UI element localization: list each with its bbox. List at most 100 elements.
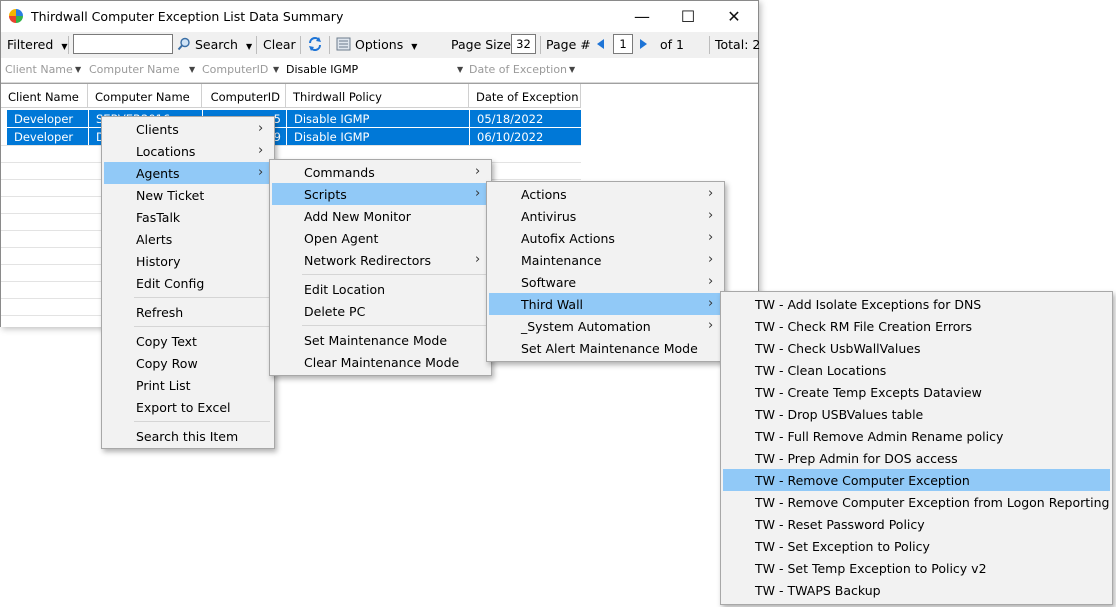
cell-thirdwall-policy[interactable]: Disable IGMP — [287, 128, 469, 145]
column-header-thirdwall-policy[interactable]: Thirdwall Policy — [286, 84, 469, 108]
minimize-button[interactable]: — — [619, 1, 665, 32]
filtered-dropdown[interactable]: Filtered ▼ — [7, 37, 67, 52]
cell-date-of-exception[interactable]: 06/10/2022 — [470, 128, 581, 145]
chevron-down-icon[interactable]: ▼ — [189, 65, 195, 74]
menu-item-search-this-item[interactable]: Search this Item — [104, 425, 272, 447]
chevron-right-icon: › — [708, 230, 714, 245]
cell-thirdwall-policy[interactable]: Disable IGMP — [287, 110, 469, 127]
close-button[interactable]: ✕ — [711, 1, 757, 32]
clear-button[interactable]: Clear — [263, 37, 296, 52]
menu-item-tw-script[interactable]: TW - Set Temp Exception to Policy v2 — [723, 557, 1110, 579]
filter-client-name[interactable]: Client Name — [5, 63, 73, 76]
menu-item-tw-script[interactable]: TW - Set Exception to Policy — [723, 535, 1110, 557]
menu-item-scripts[interactable]: Scripts › — [272, 183, 489, 205]
menu-item-delete-pc[interactable]: Delete PC — [272, 300, 489, 322]
chevron-down-icon[interactable]: ▼ — [75, 65, 81, 74]
menu-item-antivirus[interactable]: Antivirus › — [489, 205, 722, 227]
cell-client-name[interactable]: Developer — [7, 110, 88, 127]
menu-item-tw-script[interactable]: TW - Clean Locations — [723, 359, 1110, 381]
menu-item-add-new-monitor[interactable]: Add New Monitor — [272, 205, 489, 227]
menu-item-new-ticket[interactable]: New Ticket — [104, 184, 272, 206]
menu-separator — [134, 421, 270, 422]
chevron-right-icon: › — [708, 318, 714, 333]
menu-item-commands[interactable]: Commands › — [272, 161, 489, 183]
menu-item-label: Network Redirectors — [304, 253, 432, 268]
menu-separator — [302, 274, 487, 275]
chevron-down-icon[interactable]: ▼ — [457, 65, 463, 74]
menu-item-system-automation[interactable]: _System Automation › — [489, 315, 722, 337]
menu-item-maintenance[interactable]: Maintenance › — [489, 249, 722, 271]
cell-date-of-exception[interactable]: 05/18/2022 — [470, 110, 581, 127]
grid-line — [1, 145, 581, 146]
triangle-right-icon — [640, 39, 647, 49]
scripts-submenu: Actions › Antivirus › Autofix Actions › Mai… — [486, 181, 725, 362]
previous-page-button[interactable] — [595, 38, 605, 53]
menu-item-label: Software — [521, 275, 577, 290]
menu-item-network-redirectors[interactable]: Network Redirectors › — [272, 249, 489, 271]
menu-item-tw-script[interactable]: TW - Add Isolate Exceptions for DNS — [723, 293, 1110, 315]
menu-item-history[interactable]: History — [104, 250, 272, 272]
menu-item-export-to-excel[interactable]: Export to Excel — [104, 396, 272, 418]
menu-separator — [134, 297, 270, 298]
menu-item-actions[interactable]: Actions › — [489, 183, 722, 205]
menu-item-copy-text[interactable]: Copy Text — [104, 330, 272, 352]
toolbar-separator — [709, 36, 710, 54]
menu-item-set-alert-maintenance-mode[interactable]: Set Alert Maintenance Mode — [489, 337, 722, 359]
menu-item-tw-script[interactable]: TW - Prep Admin for DOS access — [723, 447, 1110, 469]
chevron-down-icon: ▼ — [245, 42, 253, 51]
menu-item-tw-remove-computer-exception[interactable]: TW - Remove Computer Exception — [723, 469, 1110, 491]
menu-item-refresh[interactable]: Refresh — [104, 301, 272, 323]
column-header-computer-name[interactable]: Computer Name — [88, 84, 202, 108]
app-icon — [9, 9, 23, 23]
menu-item-fastalk[interactable]: FasTalk — [104, 206, 272, 228]
menu-item-clear-maintenance-mode[interactable]: Clear Maintenance Mode — [272, 351, 489, 373]
toolbar-separator — [256, 36, 257, 54]
menu-item-edit-config[interactable]: Edit Config — [104, 272, 272, 294]
page-number-input[interactable]: 1 — [613, 34, 633, 54]
chevron-down-icon[interactable]: ▼ — [569, 65, 575, 74]
menu-separator — [134, 326, 270, 327]
chevron-right-icon: › — [708, 296, 714, 311]
maximize-button[interactable]: ☐ — [665, 1, 711, 32]
menu-item-software[interactable]: Software › — [489, 271, 722, 293]
menu-item-agents[interactable]: Agents › — [104, 162, 272, 184]
column-header-date-of-exception[interactable]: Date of Exception — [469, 84, 581, 108]
menu-item-set-maintenance-mode[interactable]: Set Maintenance Mode — [272, 329, 489, 351]
menu-separator — [302, 325, 487, 326]
menu-item-print-list[interactable]: Print List — [104, 374, 272, 396]
menu-item-tw-script[interactable]: TW - Check UsbWallValues — [723, 337, 1110, 359]
menu-item-alerts[interactable]: Alerts — [104, 228, 272, 250]
refresh-button[interactable] — [307, 36, 323, 55]
menu-item-tw-script[interactable]: TW - Check RM File Creation Errors — [723, 315, 1110, 337]
toolbar-separator — [540, 36, 541, 54]
menu-item-copy-row[interactable]: Copy Row — [104, 352, 272, 374]
page-size-input[interactable]: 32 — [511, 34, 536, 54]
chevron-right-icon: › — [708, 274, 714, 289]
filter-date-of-exception[interactable]: Date of Exception — [469, 63, 567, 76]
menu-item-clients[interactable]: Clients › — [104, 118, 272, 140]
filter-computer-id[interactable]: ComputerID — [202, 63, 268, 76]
options-button[interactable]: Options ▼ — [336, 37, 417, 52]
column-header-client-name[interactable]: Client Name — [1, 84, 88, 108]
menu-item-tw-script[interactable]: TW - TWAPS Backup — [723, 579, 1110, 601]
menu-item-autofix-actions[interactable]: Autofix Actions › — [489, 227, 722, 249]
menu-item-tw-script[interactable]: TW - Remove Computer Exception from Logo… — [723, 491, 1110, 513]
chevron-right-icon: › — [258, 165, 264, 180]
menu-item-open-agent[interactable]: Open Agent — [272, 227, 489, 249]
search-button[interactable]: Search ▼ — [177, 37, 252, 52]
filtered-label: Filtered — [7, 37, 54, 52]
chevron-down-icon[interactable]: ▼ — [273, 65, 279, 74]
menu-item-tw-script[interactable]: TW - Full Remove Admin Rename policy — [723, 425, 1110, 447]
filter-computer-name[interactable]: Computer Name — [89, 63, 180, 76]
menu-item-edit-location[interactable]: Edit Location — [272, 278, 489, 300]
next-page-button[interactable] — [639, 38, 649, 53]
menu-item-tw-script[interactable]: TW - Drop USBValues table — [723, 403, 1110, 425]
menu-item-tw-script[interactable]: TW - Reset Password Policy — [723, 513, 1110, 535]
cell-client-name[interactable]: Developer — [7, 128, 88, 145]
filter-thirdwall-policy[interactable]: Disable IGMP — [286, 63, 358, 76]
column-header-computer-id[interactable]: ComputerID — [202, 84, 286, 108]
menu-item-third-wall[interactable]: Third Wall › — [489, 293, 722, 315]
search-input[interactable] — [73, 34, 173, 54]
menu-item-tw-script[interactable]: TW - Create Temp Excepts Dataview — [723, 381, 1110, 403]
menu-item-locations[interactable]: Locations › — [104, 140, 272, 162]
